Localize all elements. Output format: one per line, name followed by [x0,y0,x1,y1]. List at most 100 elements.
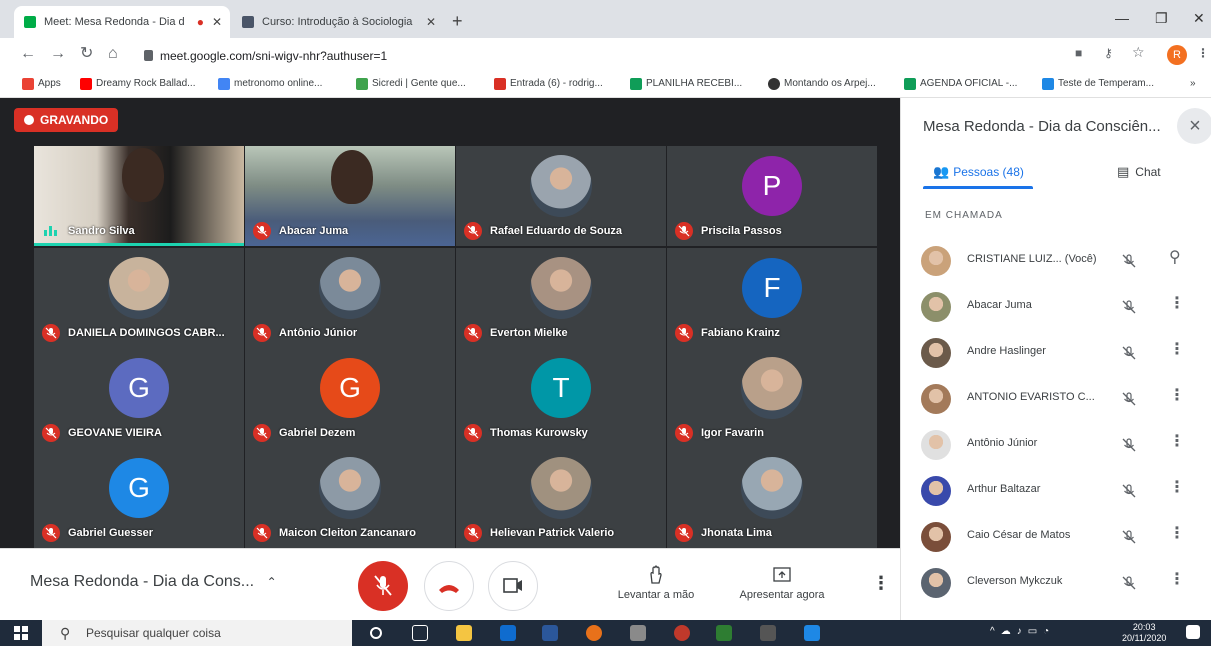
windows-start-icon[interactable] [14,626,28,640]
bookmark-item[interactable]: Entrada (6) - rodrig... [494,78,603,90]
camera-indicator-icon[interactable]: ■ [1075,46,1082,60]
bookmark-item[interactable]: Teste de Temperam... [1042,78,1154,90]
pin-icon[interactable]: ⚲ [1169,250,1181,266]
present-now-button[interactable]: Apresentar agora [730,565,834,601]
leave-call-button[interactable] [424,561,474,611]
participant-tile[interactable]: Helievan Patrick Valerio [456,448,666,548]
participant-tile[interactable]: P Priscila Passos [667,146,877,246]
forward-icon[interactable]: → [50,46,66,62]
word-icon[interactable] [542,625,558,641]
participant-row[interactable]: Andre Haslinger ⋮ [901,330,1211,376]
participant-tile[interactable]: Sandro Silva [34,146,244,246]
more-options-icon[interactable]: ⋮ [1169,388,1185,404]
profile-avatar[interactable]: R [1167,45,1187,65]
tab-meet[interactable]: Meet: Mesa Redonda - Dia d ● ✕ [14,6,230,38]
google-icon [218,78,230,90]
participant-row[interactable]: Antônio Júnior ⋮ [901,422,1211,468]
participant-tile[interactable]: T Thomas Kurowsky [456,348,666,448]
participant-tile[interactable]: Rafael Eduardo de Souza [456,146,666,246]
participant-tile[interactable]: G GEOVANE VIEIRA [34,348,244,448]
close-window-icon[interactable]: ✕ [1193,10,1205,27]
mic-toggle-button[interactable] [358,561,408,611]
mail-icon[interactable] [500,625,516,641]
app-icon[interactable] [716,625,732,641]
minimize-icon[interactable]: — [1115,10,1129,26]
new-tab-icon[interactable]: + [452,12,463,30]
participant-avatar [319,457,381,519]
participant-name-label: GEOVANE VIEIRA [42,424,238,442]
tab-meet-label: Meet: Mesa Redonda - Dia d [44,16,185,28]
app-icon[interactable] [804,625,820,641]
participant-row[interactable]: ANTONIO EVARISTO C... ⋮ [901,376,1211,422]
more-options-icon[interactable]: ⋮ [1169,342,1185,358]
meeting-details-button[interactable]: Mesa Redonda - Dia da Cons... ⌃ [30,573,277,591]
more-options-icon[interactable]: ⋮ [1169,526,1185,542]
more-options-icon[interactable]: ⋮ [1169,480,1185,496]
key-icon[interactable]: ⚷ [1104,46,1113,60]
bookmark-item[interactable]: AGENDA OFICIAL -... [904,78,1017,90]
search-icon: ⚲ [60,625,71,641]
participant-row[interactable]: Arthur Baltazar ⋮ [901,468,1211,514]
participant-tile[interactable]: Jhonata Lima [667,448,877,548]
star-icon[interactable]: ☆ [1132,44,1145,61]
more-options-icon[interactable]: ⋮ [1169,296,1185,312]
participant-tile[interactable]: G Gabriel Dezem [245,348,455,448]
close-tab-icon[interactable]: ✕ [212,6,222,38]
clock[interactable]: 20:03 20/11/2020 [1122,622,1166,644]
more-options-icon[interactable]: ⋮ [1169,572,1185,588]
more-options-icon[interactable]: ⋮ [1169,434,1185,450]
bookmark-item[interactable]: Apps [22,78,61,90]
participant-row[interactable]: Cleverson Mykczuk ⋮ [901,560,1211,606]
participant-tile[interactable]: Antônio Júnior [245,248,455,348]
url-input[interactable]: meet.google.com/sni-wigv-nhr?authuser=1 [140,44,1020,68]
raise-hand-button[interactable]: Levantar a mão [608,565,704,601]
close-tab-icon[interactable]: ✕ [426,6,436,38]
participant-tile[interactable]: Maicon Cleiton Zancanaro [245,448,455,548]
participant-row[interactable]: Abacar Juma ⋮ [901,284,1211,330]
bookmark-item[interactable]: Montando os Arpej... [768,78,876,90]
participant-tile[interactable]: Everton Mielke [456,248,666,348]
participant-avatar [921,430,951,460]
close-panel-icon[interactable]: × [1177,108,1211,144]
taskbar-search-input[interactable]: ⚲ Pesquisar qualquer coisa [42,620,352,646]
opera-icon[interactable] [674,625,690,641]
camera-toggle-button[interactable] [488,561,538,611]
task-view-icon[interactable] [412,625,428,641]
participant-tile[interactable]: Abacar Juma [245,146,455,246]
mic-off-icon [253,424,271,442]
file-explorer-icon[interactable] [456,625,472,641]
participant-row[interactable]: Caio César de Matos ⋮ [901,514,1211,560]
tab-people[interactable]: 👥 Pessoas (48) [933,164,1024,180]
bookmark-item[interactable]: PLANILHA RECEBI... [630,78,742,90]
bookmark-item[interactable]: Sicredi | Gente que... [356,78,466,90]
participant-tile[interactable]: Igor Favarin [667,348,877,448]
participant-avatar [741,457,803,519]
back-icon[interactable]: ← [20,46,36,62]
reload-icon[interactable]: ↻ [80,46,93,62]
home-icon[interactable]: ⌂ [108,46,118,62]
tab-chat[interactable]: ▤ Chat [1117,164,1161,180]
participant-name: Arthur Baltazar [967,483,1041,495]
more-options-icon[interactable]: ⋮ [872,573,890,594]
bookmark-item[interactable]: metronomo online... [218,78,322,90]
cortana-icon[interactable] [370,627,382,639]
system-tray-icon[interactable]: ^☁♪▭◔ [990,626,1055,637]
restore-icon[interactable]: ❐ [1155,10,1168,27]
chrome-icon[interactable] [586,625,602,641]
app-icon[interactable] [630,625,646,641]
notifications-icon[interactable] [1186,625,1200,639]
participant-row[interactable]: CRISTIANE LUIZ... (Você) ⚲ [901,238,1211,284]
participant-tile[interactable]: F Fabiano Krainz [667,248,877,348]
menu-dots-icon[interactable]: ⋮ [1197,46,1209,60]
participant-tile[interactable]: DANIELA DOMINGOS CABR... [34,248,244,348]
mic-off-icon [374,575,392,596]
participant-tile[interactable]: G Gabriel Guesser [34,448,244,548]
mic-off-icon [675,222,693,240]
tab-course[interactable]: Curso: Introdução à Sociologia ✕ [232,6,444,38]
sheets-icon [630,78,642,90]
more-bookmarks-icon[interactable]: » [1190,78,1196,89]
bookmark-item[interactable]: Dreamy Rock Ballad... [80,78,195,90]
mic-off-icon [253,324,271,342]
app-icon[interactable] [760,625,776,641]
participant-avatar [921,476,951,506]
